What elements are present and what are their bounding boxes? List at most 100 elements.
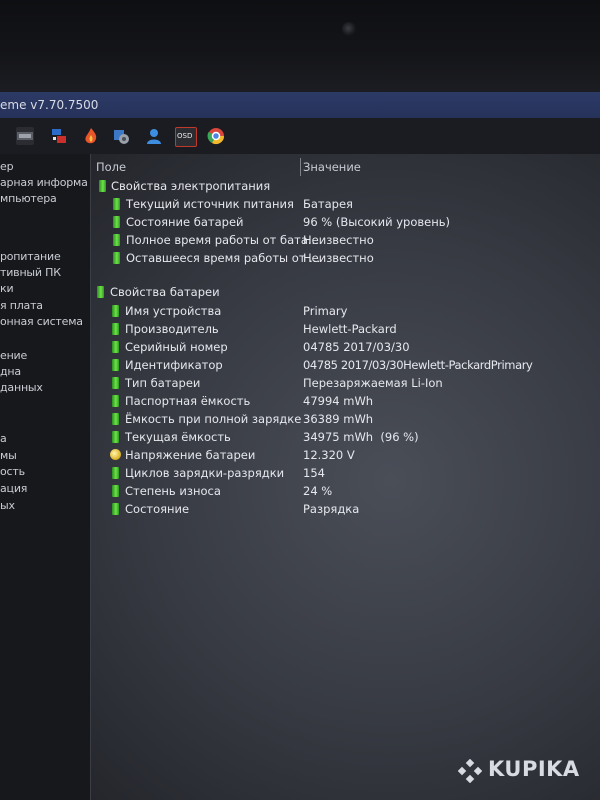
battery-icon	[113, 198, 120, 210]
table-row[interactable]: Серийный номер 04785 2017/03/30	[91, 338, 600, 356]
tree-item[interactable]: тивный ПК	[0, 266, 61, 279]
field-name: Ёмкость при полной зарядке	[125, 412, 302, 426]
field-name: Серийный номер	[125, 340, 228, 354]
toolbar: OSD	[0, 118, 600, 154]
tree-item[interactable]: ых	[0, 499, 15, 512]
tree-item[interactable]: ки	[0, 282, 14, 295]
table-row[interactable]: Оставшееся время работы от ... Неизвестн…	[91, 249, 600, 267]
field-name: Текущий источник питания	[126, 197, 294, 211]
user-icon[interactable]	[145, 127, 163, 145]
table-row[interactable]: Степень износа 24 %	[91, 482, 600, 500]
field-value: 47994 mWh	[303, 394, 374, 408]
field-name: Тип батареи	[125, 376, 201, 390]
hardware-icon[interactable]	[112, 127, 130, 145]
field-value: 154	[303, 466, 325, 480]
field-value: 04785 2017/03/30	[303, 340, 410, 354]
table-row[interactable]: Паспортная ёмкость 47994 mWh	[91, 392, 600, 410]
network-icon[interactable]	[50, 127, 68, 145]
field-name: Текущая ёмкость	[125, 430, 231, 444]
tree-item[interactable]: мпьютера	[0, 192, 57, 205]
left-tree-panel: ер арная информа мпьютера ропитание тивн…	[0, 154, 91, 800]
field-value: 04785 2017/03/30Hewlett-PackardPrimary	[303, 358, 533, 372]
table-row[interactable]: Производитель Hewlett-Packard	[91, 320, 600, 338]
table-row[interactable]: Идентификатор 04785 2017/03/30Hewlett-Pa…	[91, 356, 600, 374]
chrome-icon[interactable]	[207, 127, 225, 145]
webcam	[342, 22, 356, 36]
column-header-value[interactable]: Значение	[303, 160, 361, 174]
table-row[interactable]: Состояние Разрядка	[91, 500, 600, 518]
field-value: Primary	[303, 304, 348, 318]
field-name: Циклов зарядки-разрядки	[125, 466, 285, 480]
osd-icon[interactable]: OSD	[175, 127, 197, 147]
table-row[interactable]: Текущая ёмкость 34975 mWh (96 %)	[91, 428, 600, 446]
field-value: Неизвестно	[303, 233, 374, 247]
tree-item[interactable]: ение	[0, 349, 27, 362]
section-header-battery[interactable]: Свойства батареи	[91, 283, 600, 301]
column-header-field[interactable]: Поле	[96, 160, 126, 174]
table-row[interactable]: Текущий источник питания Батарея	[91, 195, 600, 213]
field-name: Оставшееся время работы от ...	[126, 251, 321, 265]
column-separator[interactable]	[300, 158, 301, 176]
battery-icon	[99, 180, 106, 192]
table-row[interactable]: Имя устройства Primary	[91, 302, 600, 320]
tree-item[interactable]: дна	[0, 365, 21, 378]
field-name: Полное время работы от бата...	[126, 233, 319, 247]
field-value: Батарея	[303, 197, 353, 211]
field-value: 24 %	[303, 484, 333, 498]
field-value: Перезаряжаемая Li-Ion	[303, 376, 443, 390]
kupika-watermark: KUPIKA	[458, 755, 588, 785]
field-name: Состояние батарей	[126, 215, 244, 229]
section-title: Свойства электропитания	[111, 179, 271, 193]
tree-item[interactable]: а	[0, 432, 7, 445]
battery-icon	[97, 286, 104, 298]
tree-item[interactable]: ость	[0, 465, 25, 478]
table-row[interactable]: Ёмкость при полной зарядке 36389 mWh	[91, 410, 600, 428]
battery-icon	[112, 359, 119, 371]
field-value: Разрядка	[303, 502, 360, 516]
watermark-text: KUPIKA	[488, 757, 580, 781]
battery-icon	[113, 234, 120, 246]
battery-icon	[112, 395, 119, 407]
field-name: Производитель	[125, 322, 219, 336]
tree-item[interactable]: ер	[0, 160, 14, 173]
battery-icon	[112, 485, 119, 497]
tree-item[interactable]: онная система	[0, 315, 83, 328]
field-name: Имя устройства	[125, 304, 222, 318]
tree-item[interactable]: ация	[0, 482, 27, 495]
screen: eme v7.70.7500 OSD ер арная информа мпью…	[0, 92, 600, 800]
field-name: Степень износа	[125, 484, 221, 498]
tree-item[interactable]: я плата	[0, 299, 43, 312]
tree-item[interactable]: данных	[0, 381, 43, 394]
battery-icon	[113, 252, 120, 264]
table-row[interactable]: Напряжение батареи 12.320 V	[91, 446, 600, 464]
osd-label: OSD	[177, 132, 193, 140]
battery-icon	[112, 413, 119, 425]
table-row[interactable]: Полное время работы от бата... Неизвестн…	[91, 231, 600, 249]
table-row[interactable]: Тип батареи Перезаряжаемая Li-Ion	[91, 374, 600, 392]
voltage-icon	[110, 449, 121, 460]
field-value: 36389 mWh	[303, 412, 374, 426]
table-row[interactable]: Циклов зарядки-разрядки 154	[91, 464, 600, 482]
battery-icon	[112, 431, 119, 443]
section-header-power[interactable]: Свойства электропитания	[91, 177, 600, 195]
title-bar: eme v7.70.7500	[0, 92, 600, 118]
laptop-bezel	[0, 0, 600, 92]
field-name: Паспортная ёмкость	[125, 394, 251, 408]
battery-icon	[112, 323, 119, 335]
monitor-icon[interactable]	[16, 127, 34, 145]
table-row[interactable]: Состояние батарей 96 % (Высокий уровень)	[91, 213, 600, 231]
properties-list: Поле Значение Свойства электропитания Те…	[91, 154, 600, 800]
battery-icon	[112, 377, 119, 389]
section-title: Свойства батареи	[110, 285, 220, 299]
field-value: 12.320 V	[303, 448, 355, 462]
tree-item[interactable]: мы	[0, 449, 17, 462]
tree-item[interactable]: ропитание	[0, 250, 61, 263]
battery-icon	[112, 503, 119, 515]
battery-icon	[112, 467, 119, 479]
flame-icon[interactable]	[82, 127, 100, 145]
window-title: eme v7.70.7500	[0, 98, 99, 112]
field-value: 96 % (Высокий уровень)	[303, 215, 451, 229]
kupika-logo-icon	[458, 759, 482, 783]
field-name: Идентификатор	[125, 358, 223, 372]
tree-item[interactable]: арная информа	[0, 176, 88, 189]
